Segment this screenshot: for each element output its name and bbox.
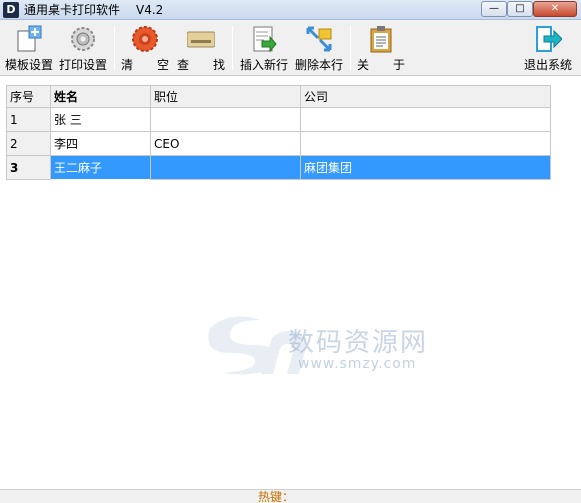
window-version: V4.2: [136, 3, 164, 17]
header-row: 序号 姓名 职位 公司: [6, 85, 551, 108]
clipboard-about-icon: [370, 26, 392, 53]
exit-icon: [536, 26, 562, 52]
print-settings-label: 打印设置: [58, 58, 107, 72]
row-index[interactable]: 3: [6, 155, 51, 180]
position-cell[interactable]: CEO: [150, 131, 301, 156]
maximize-icon: □: [515, 3, 525, 14]
clear-label: 清 空: [120, 58, 169, 72]
minimize-button[interactable]: —: [481, 1, 507, 17]
column-header-index[interactable]: 序号: [6, 85, 51, 108]
row-index[interactable]: 1: [6, 107, 51, 132]
delete-row-label: 删除本行: [294, 58, 343, 72]
data-grid-area: 序号 姓名 职位 公司 1 张 三 2 李四 CEO 3 王二麻子 麻团集团: [0, 77, 581, 489]
hotkey-label: 热键：: [258, 490, 295, 503]
app-logo-icon: D: [3, 2, 19, 18]
print-settings-button[interactable]: 打印设置: [56, 22, 110, 74]
position-cell[interactable]: [150, 155, 301, 180]
close-button[interactable]: ✕: [533, 1, 577, 17]
column-header-name[interactable]: 姓名: [50, 85, 151, 108]
company-cell[interactable]: [300, 107, 551, 132]
find-card-icon: [187, 31, 215, 48]
toolbar: 模板设置 打印设置 清 空 查 找 插入新行 删除本行 关 于 退出系统: [0, 20, 581, 76]
title-bar: D 通用桌卡打印软件 V4.2 — □ ✕: [0, 0, 581, 20]
table-row[interactable]: 2 李四 CEO: [6, 131, 551, 156]
delete-row-button[interactable]: 删除本行: [292, 22, 346, 74]
window-title: 通用桌卡打印软件: [24, 3, 121, 17]
data-grid: 序号 姓名 职位 公司 1 张 三 2 李四 CEO 3 王二麻子 麻团集团: [6, 85, 551, 180]
about-label: 关 于: [356, 58, 405, 72]
position-cell[interactable]: [150, 107, 301, 132]
name-cell[interactable]: 张 三: [50, 107, 151, 132]
print-gear-icon: [71, 27, 95, 51]
template-settings-label: 模板设置: [4, 58, 53, 72]
maximize-button[interactable]: □: [507, 1, 533, 17]
toolbar-separator: [232, 26, 233, 70]
exit-button[interactable]: 退出系统: [520, 22, 576, 74]
toolbar-separator: [114, 26, 115, 70]
company-cell[interactable]: [300, 131, 551, 156]
insert-row-label: 插入新行: [239, 58, 288, 72]
template-settings-button[interactable]: 模板设置: [2, 22, 56, 74]
clear-button[interactable]: 清 空: [118, 22, 172, 74]
watermark-url: www.smzy.com: [298, 356, 417, 372]
find-button[interactable]: 查 找: [174, 22, 228, 74]
row-index[interactable]: 2: [6, 131, 51, 156]
name-cell[interactable]: 李四: [50, 131, 151, 156]
table-row-selected[interactable]: 3 王二麻子 麻团集团: [6, 155, 551, 180]
delete-row-icon: [306, 26, 332, 52]
close-icon: ✕: [550, 3, 560, 14]
watermark-text: 数码资源网: [288, 328, 429, 358]
insert-row-button[interactable]: 插入新行: [236, 22, 292, 74]
company-cell[interactable]: 麻团集团: [300, 155, 551, 180]
status-bar: 热键：: [0, 489, 581, 503]
toolbar-separator: [350, 26, 351, 70]
name-cell[interactable]: 王二麻子: [50, 155, 151, 180]
column-header-position[interactable]: 职位: [150, 85, 301, 108]
minimize-icon: —: [489, 3, 499, 14]
exit-label: 退出系统: [523, 58, 572, 72]
template-add-icon: [17, 25, 42, 52]
column-header-company[interactable]: 公司: [300, 85, 551, 108]
clear-icon: [132, 26, 158, 52]
insert-row-icon: [253, 26, 277, 53]
find-label: 查 找: [176, 58, 225, 72]
table-row[interactable]: 1 张 三: [6, 107, 551, 132]
about-button[interactable]: 关 于: [354, 22, 408, 74]
